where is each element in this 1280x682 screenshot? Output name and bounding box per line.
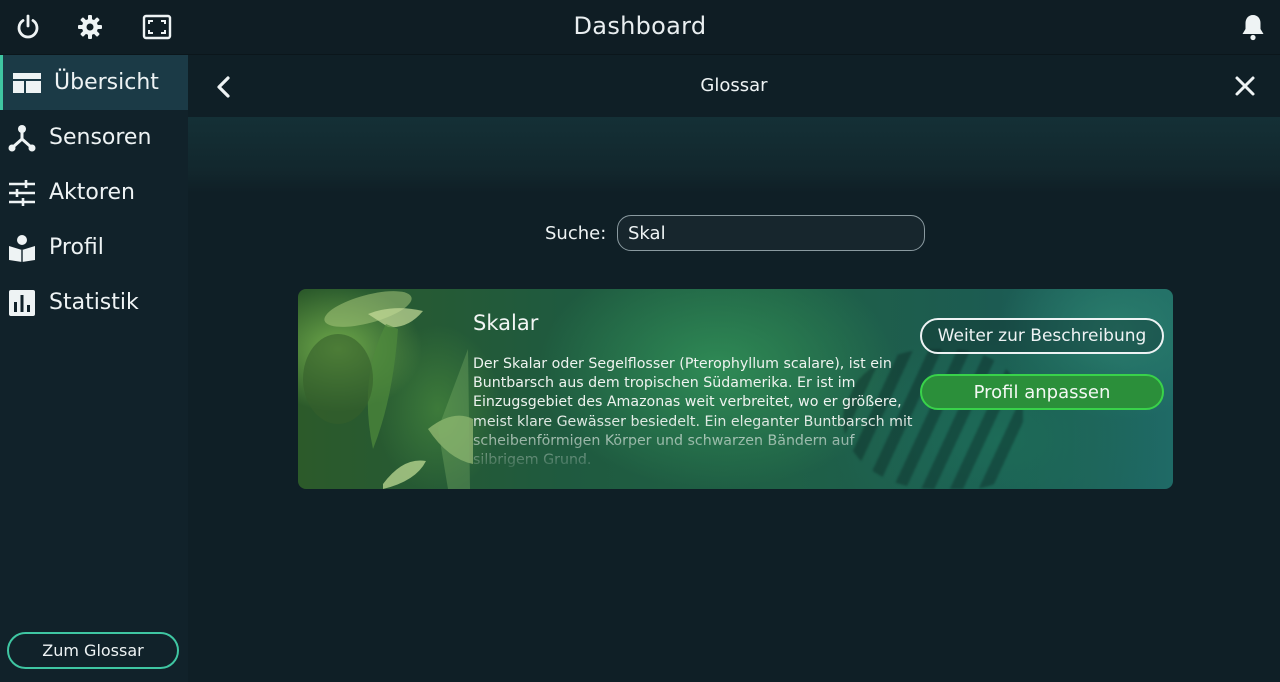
sidebar-item-label: Aktoren (49, 180, 135, 205)
zum-glossar-button[interactable]: Zum Glossar (7, 632, 179, 669)
sidebar-item-profil[interactable]: Profil (0, 220, 188, 275)
panel-title: Glossar (700, 75, 768, 96)
close-icon[interactable] (1230, 71, 1260, 101)
search-row: Suche: (188, 215, 1280, 251)
result-description-wrapper: Der Skalar oder Segelflosser (Pterophyll… (473, 355, 913, 467)
sidebar: Übersicht Sensoren Aktoren Profil Statis… (0, 55, 188, 682)
bar-chart-icon (7, 288, 37, 318)
search-label: Suche: (545, 223, 607, 244)
sidebar-item-uebersicht[interactable]: Übersicht (0, 55, 188, 110)
sidebar-item-aktoren[interactable]: Aktoren (0, 165, 188, 220)
search-input[interactable] (617, 215, 925, 251)
plant-decoration (303, 291, 473, 489)
bell-icon[interactable] (1237, 11, 1269, 43)
sidebar-item-statistik[interactable]: Statistik (0, 275, 188, 330)
reader-icon (7, 233, 37, 263)
profil-anpassen-button[interactable]: Profil anpassen (920, 374, 1164, 410)
result-card: Skalar Der Skalar oder Segelflosser (Pte… (298, 289, 1173, 489)
sidebar-item-sensoren[interactable]: Sensoren (0, 110, 188, 165)
sidebar-item-label: Statistik (49, 290, 139, 315)
app-title: Dashboard (573, 12, 707, 40)
sensor-network-icon (7, 123, 37, 153)
sliders-icon (7, 178, 37, 208)
layout-icon (12, 68, 42, 98)
main-panel: Glossar Suche: Skalar Der Skalar oder Se… (188, 55, 1280, 682)
sidebar-item-label: Profil (49, 235, 104, 260)
panel-header: Glossar (188, 55, 1280, 117)
header-band (188, 117, 1280, 193)
weiter-zur-beschreibung-button[interactable]: Weiter zur Beschreibung (920, 318, 1164, 354)
result-description: Der Skalar oder Segelflosser (Pterophyll… (473, 356, 913, 467)
top-bar: Dashboard (0, 0, 1280, 55)
sidebar-item-label: Übersicht (54, 70, 159, 95)
sidebar-item-label: Sensoren (49, 125, 152, 150)
result-title: Skalar (473, 311, 539, 335)
